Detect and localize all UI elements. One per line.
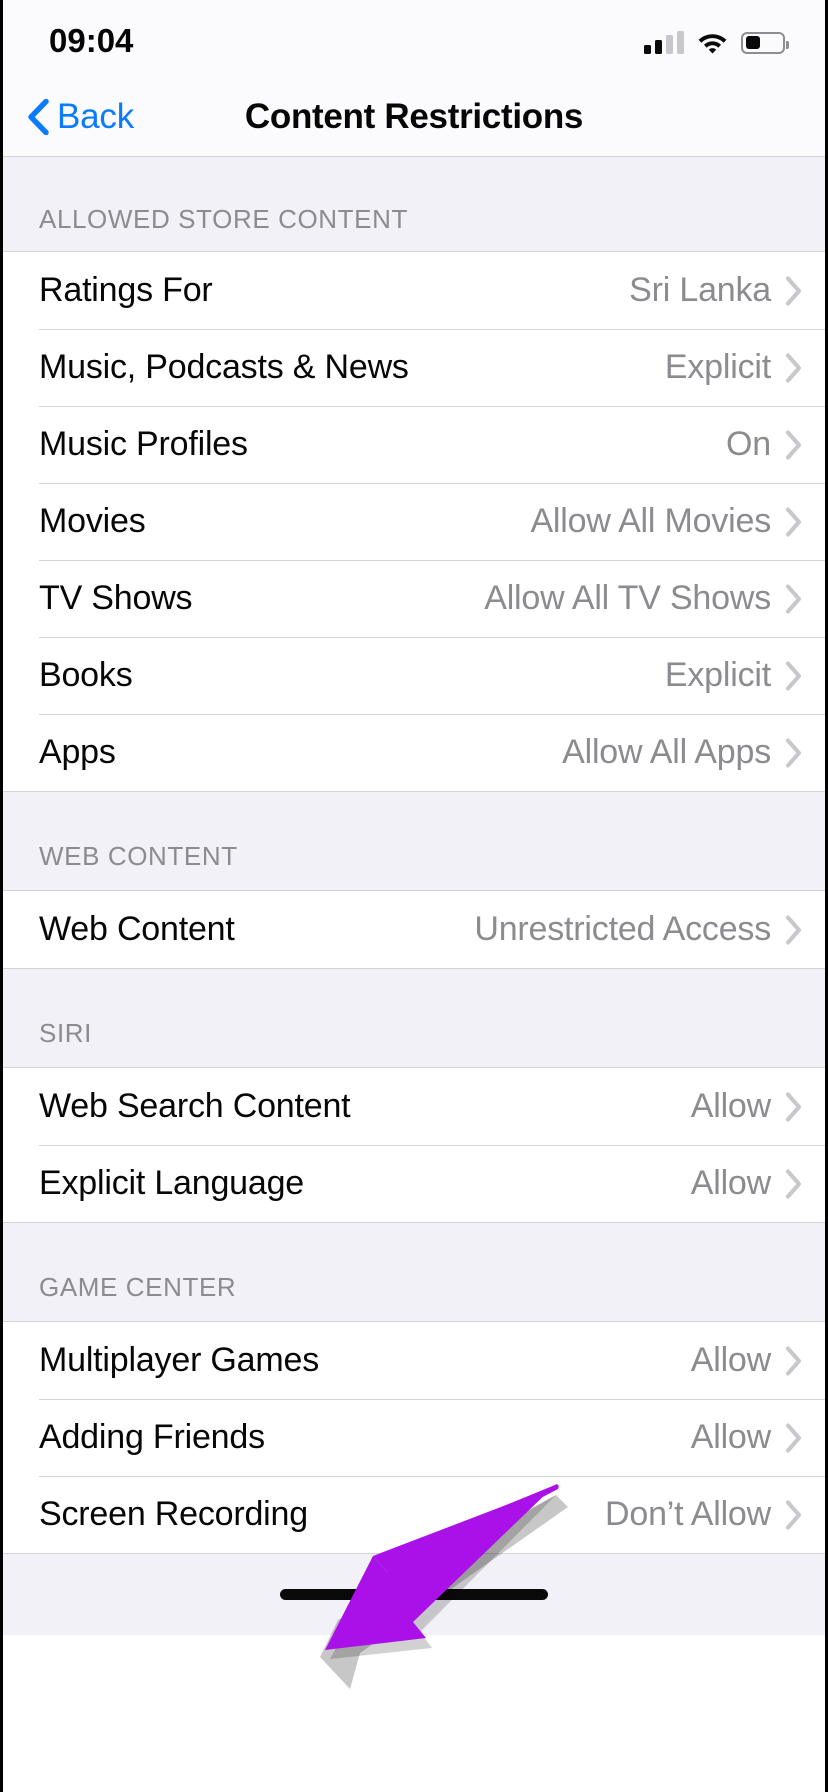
chevron-right-icon: [785, 915, 803, 945]
row-value: Allow: [690, 1341, 771, 1379]
chevron-right-icon: [785, 353, 803, 383]
row-label: Ratings For: [39, 271, 213, 309]
row-accessory: Explicit: [665, 348, 803, 387]
row-web-search-content[interactable]: Web Search Content Allow: [3, 1068, 825, 1145]
wifi-icon: [697, 31, 728, 54]
iphone-screen: 09:04 Back Content Restrictions ALLOWED …: [0, 0, 828, 1792]
chevron-right-icon: [785, 276, 803, 306]
chevron-right-icon: [785, 430, 803, 460]
back-button[interactable]: Back: [27, 97, 134, 137]
section-header-web-content: WEB CONTENT: [3, 791, 825, 891]
chevron-right-icon: [785, 584, 803, 614]
row-value: Sri Lanka: [629, 271, 771, 309]
chevron-right-icon: [785, 1092, 803, 1122]
section-rows-siri: Web Search Content Allow Explicit Langua…: [3, 1068, 825, 1222]
row-accessory: Don’t Allow: [605, 1495, 803, 1534]
row-accessory: Allow: [691, 1164, 803, 1203]
row-accessory: Allow All TV Shows: [484, 579, 803, 618]
row-multiplayer-games[interactable]: Multiplayer Games Allow: [3, 1322, 825, 1399]
section-rows-web-content: Web Content Unrestricted Access: [3, 891, 825, 968]
chevron-right-icon: [785, 1346, 803, 1376]
row-label: Explicit Language: [39, 1164, 305, 1202]
row-explicit-language[interactable]: Explicit Language Allow: [3, 1145, 825, 1222]
row-value: Allow: [690, 1418, 771, 1456]
cellular-bars-icon: [644, 30, 684, 54]
row-movies[interactable]: Movies Allow All Movies: [3, 483, 825, 560]
row-screen-recording[interactable]: Screen Recording Don’t Allow: [3, 1476, 825, 1553]
row-web-content[interactable]: Web Content Unrestricted Access: [3, 891, 825, 968]
row-label: Movies: [39, 502, 146, 540]
row-accessory: Explicit: [665, 656, 803, 695]
row-value: Explicit: [664, 656, 771, 694]
bottom-safe-area: [3, 1553, 825, 1635]
row-label: Music, Podcasts & News: [39, 348, 409, 386]
row-label: Web Search Content: [39, 1087, 351, 1125]
row-label: Apps: [39, 733, 116, 771]
row-accessory: On: [726, 425, 803, 464]
status-bar-time: 09:04: [49, 22, 134, 59]
row-value: Unrestricted Access: [474, 910, 771, 948]
row-music-podcasts-news[interactable]: Music, Podcasts & News Explicit: [3, 329, 825, 406]
row-accessory: Unrestricted Access: [474, 910, 803, 949]
row-label: Books: [39, 656, 133, 694]
row-apps[interactable]: Apps Allow All Apps: [3, 714, 825, 791]
chevron-right-icon: [785, 1500, 803, 1530]
row-music-profiles[interactable]: Music Profiles On: [3, 406, 825, 483]
row-value: Don’t Allow: [605, 1495, 771, 1533]
row-label: Adding Friends: [39, 1418, 265, 1456]
chevron-right-icon: [785, 738, 803, 768]
row-adding-friends[interactable]: Adding Friends Allow: [3, 1399, 825, 1476]
navigation-bar: Back Content Restrictions: [3, 78, 825, 156]
row-value: Allow All Apps: [562, 733, 771, 771]
row-value: On: [726, 425, 771, 463]
row-accessory: Allow All Movies: [530, 502, 803, 541]
section-rows-allowed-store-content: Ratings For Sri Lanka Music, Podcasts & …: [3, 252, 825, 791]
section-header-game-center: GAME CENTER: [3, 1222, 825, 1322]
row-books[interactable]: Books Explicit: [3, 637, 825, 714]
chevron-left-icon: [27, 99, 49, 135]
row-accessory: Allow: [691, 1341, 803, 1380]
row-accessory: Allow: [691, 1418, 803, 1457]
status-bar: 09:04: [3, 0, 825, 78]
status-bar-indicators: [644, 30, 789, 54]
row-value: Allow All Movies: [530, 502, 771, 540]
row-label: Screen Recording: [39, 1495, 308, 1533]
section-rows-game-center: Multiplayer Games Allow Adding Friends A…: [3, 1322, 825, 1553]
row-label: Web Content: [39, 910, 235, 948]
row-accessory: Sri Lanka: [629, 271, 803, 310]
row-label: TV Shows: [39, 579, 193, 617]
row-accessory: Allow: [691, 1087, 803, 1126]
row-accessory: Allow All Apps: [562, 733, 803, 772]
back-button-label: Back: [57, 97, 135, 136]
home-indicator[interactable]: [280, 1589, 548, 1600]
chevron-right-icon: [785, 1169, 803, 1199]
row-value: Allow: [690, 1164, 771, 1202]
row-value: Allow: [690, 1087, 771, 1125]
battery-icon: [741, 31, 789, 54]
row-tv-shows[interactable]: TV Shows Allow All TV Shows: [3, 560, 825, 637]
section-header-siri: SIRI: [3, 968, 825, 1068]
row-label: Multiplayer Games: [39, 1341, 320, 1379]
row-value: Allow All TV Shows: [484, 579, 771, 617]
chevron-right-icon: [785, 661, 803, 691]
section-header-allowed-store-content: ALLOWED STORE CONTENT: [3, 156, 825, 252]
row-value: Explicit: [664, 348, 771, 386]
chevron-right-icon: [785, 1423, 803, 1453]
row-label: Music Profiles: [39, 425, 248, 463]
chevron-right-icon: [785, 507, 803, 537]
row-ratings-for[interactable]: Ratings For Sri Lanka: [3, 252, 825, 329]
